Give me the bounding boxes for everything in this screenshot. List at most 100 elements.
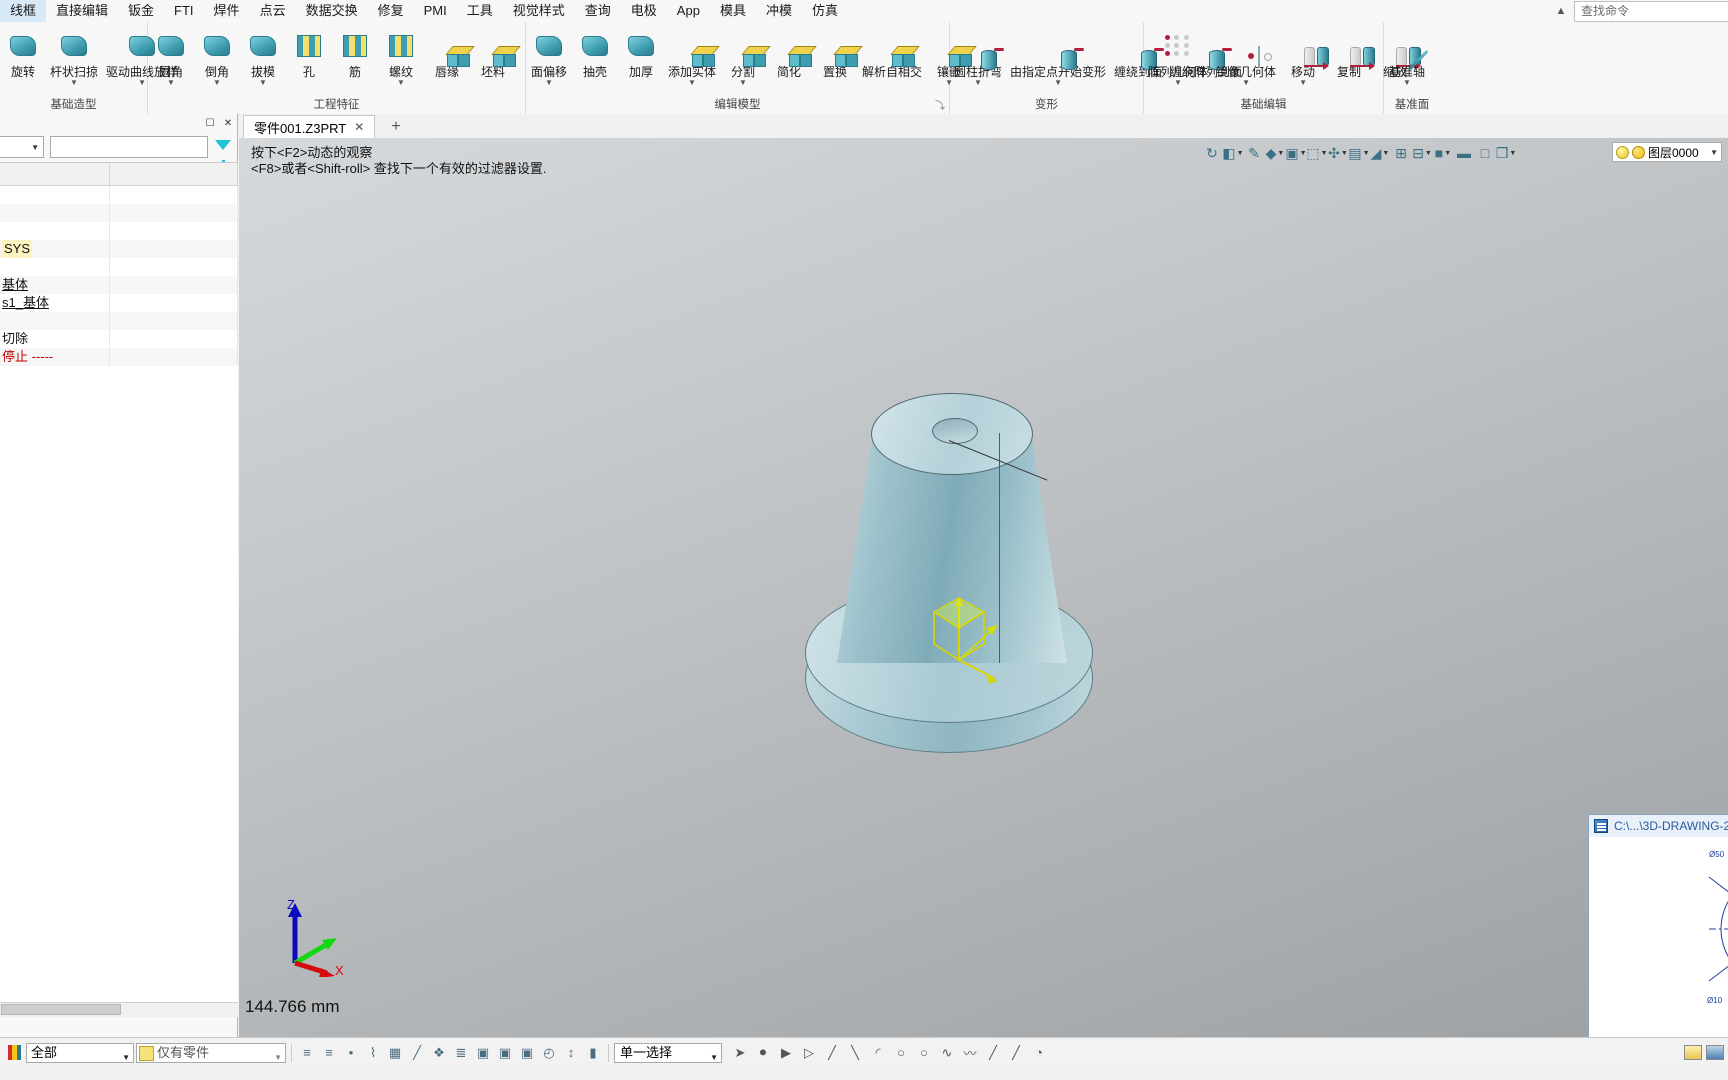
ribbon-button-stock[interactable]: 坯料 bbox=[470, 25, 521, 88]
circle2-icon[interactable]: ○ bbox=[914, 1043, 934, 1063]
chevron-down-icon[interactable]: ▼ bbox=[974, 79, 982, 88]
close-icon[interactable]: ✕ bbox=[354, 120, 364, 134]
chevron-down-icon[interactable]: ▼ bbox=[1341, 150, 1348, 157]
close-icon[interactable]: ✕ bbox=[219, 115, 237, 131]
pick-curve-icon[interactable]: ⌇ bbox=[363, 1043, 383, 1063]
align-left-icon[interactable]: ≡ bbox=[297, 1043, 317, 1063]
tree-row[interactable] bbox=[0, 312, 238, 330]
monitor-blue-icon[interactable] bbox=[1706, 1045, 1724, 1060]
ribbon-button-thicken[interactable]: 加厚 bbox=[618, 25, 664, 88]
tree-row[interactable]: 切除 bbox=[0, 330, 238, 348]
tree-row[interactable] bbox=[0, 258, 238, 276]
filter-scope-select[interactable]: 全部 ▼ bbox=[26, 1042, 134, 1063]
chevron-down-icon[interactable]: ▼ bbox=[1444, 150, 1451, 157]
split-view-icon[interactable]: ⊟ ▼ bbox=[1412, 143, 1432, 163]
chevron-down-icon[interactable]: ▼ bbox=[1382, 150, 1389, 157]
menu-item-5[interactable]: 点云 bbox=[250, 0, 296, 22]
menu-item-12[interactable]: 电极 bbox=[621, 0, 667, 22]
chevron-down-icon[interactable]: ▼ bbox=[545, 79, 553, 88]
ribbon-button-thread[interactable]: 螺纹 ▼ bbox=[378, 25, 424, 88]
funnel-icon[interactable] bbox=[212, 136, 234, 165]
menu-item-8[interactable]: PMI bbox=[414, 0, 457, 22]
tree-row[interactable]: s1_基体 bbox=[0, 294, 238, 312]
tree-row[interactable] bbox=[0, 204, 238, 222]
menu-item-0[interactable]: 线框 bbox=[0, 0, 47, 22]
ribbon-button-divide[interactable]: 分割 ▼ bbox=[720, 25, 771, 88]
shade-icon[interactable]: ◧ ▼ bbox=[1222, 143, 1244, 163]
chevron-down-icon[interactable]: ▼ bbox=[1054, 79, 1062, 88]
cursor-icon[interactable]: ➤ bbox=[730, 1043, 750, 1063]
layer-visibility-icon[interactable]: ❒ ▼ bbox=[1496, 143, 1517, 163]
grid-icon[interactable]: ⊞ bbox=[1391, 143, 1411, 163]
ribbon-button-lip[interactable]: 唇缘 bbox=[424, 25, 475, 88]
menu-item-14[interactable]: 模具 bbox=[710, 0, 756, 22]
ribbon-button-simplify[interactable]: 简化 bbox=[766, 25, 817, 88]
chevron-down-icon[interactable]: ▼ bbox=[1363, 150, 1370, 157]
find-command-input[interactable]: 查找命令 bbox=[1574, 0, 1728, 22]
menu-item-9[interactable]: 工具 bbox=[457, 0, 503, 22]
wireframe-icon[interactable]: ⬚ ▼ bbox=[1306, 143, 1328, 163]
render-icon[interactable]: ▣ ▼ bbox=[1285, 143, 1306, 163]
pick-shape-icon[interactable]: ❖ bbox=[429, 1043, 449, 1063]
chevron-down-icon[interactable]: ▼ bbox=[1299, 79, 1307, 88]
3d-model-bushing[interactable] bbox=[799, 388, 1099, 788]
ribbon-button-deform-from-point[interactable]: 由指定点开始变形 ▼ bbox=[1006, 25, 1110, 88]
blob-icon[interactable]: ◔ bbox=[1029, 1043, 1049, 1063]
tree-row[interactable]: 基体 bbox=[0, 276, 238, 294]
tree-row[interactable]: SYS bbox=[0, 240, 238, 258]
scrollbar-thumb[interactable] bbox=[1, 1004, 121, 1015]
light-bulb-icon[interactable] bbox=[1632, 145, 1645, 159]
section-icon[interactable]: ◢ ▼ bbox=[1370, 143, 1390, 163]
image-c-icon[interactable]: ▣ bbox=[517, 1043, 537, 1063]
line-icon[interactable]: ╱ bbox=[822, 1043, 842, 1063]
light-bulb-icon[interactable] bbox=[1616, 145, 1629, 159]
background-light-icon[interactable]: □ bbox=[1475, 143, 1495, 163]
pick-point-icon[interactable]: • bbox=[341, 1043, 361, 1063]
ribbon-button-self-intersect[interactable]: 解析自相交 bbox=[858, 25, 926, 88]
ribbon-button-fillet[interactable]: 圆角 ▼ bbox=[148, 25, 194, 88]
solid-box-icon[interactable]: ▮ bbox=[583, 1043, 603, 1063]
menu-item-2[interactable]: 钣金 bbox=[118, 0, 164, 22]
chevron-down-icon[interactable]: ▼ bbox=[397, 79, 405, 88]
image-b-icon[interactable]: ▣ bbox=[495, 1043, 515, 1063]
document-tab[interactable]: 零件001.Z3PRT ✕ bbox=[243, 115, 376, 138]
ribbon-button-shell[interactable]: 抽壳 bbox=[572, 25, 618, 88]
magnet-icon[interactable]: ⚫ bbox=[753, 1043, 773, 1063]
ribbon-button-draft[interactable]: 拔模 ▼ bbox=[240, 25, 286, 88]
menu-item-3[interactable]: FTI bbox=[164, 0, 204, 22]
redraw-icon[interactable]: ↻ bbox=[1202, 143, 1222, 163]
chevron-down-icon[interactable]: ▼ bbox=[688, 79, 696, 88]
ribbon-button-datum-axis[interactable]: 基准轴 ▼ bbox=[1384, 25, 1430, 88]
restore-icon[interactable]: ☐ bbox=[201, 115, 219, 131]
chevron-up-icon[interactable]: ▲ bbox=[1548, 0, 1574, 22]
ribbon-button-face-offset[interactable]: 面偏移 ▼ bbox=[526, 25, 572, 88]
image-preview-window[interactable]: C:\...\3D-DRAWING-2.jpg | 2/303 bbox=[1588, 814, 1728, 1037]
tree-row[interactable] bbox=[0, 222, 238, 240]
visual-style-icon[interactable]: ◆ ▼ bbox=[1265, 143, 1285, 163]
3d-canvas[interactable]: 按下<F2>动态的观察 <F8>或者<Shift-roll> 查找下一个有效的过… bbox=[239, 138, 1728, 1037]
chevron-down-icon[interactable]: ▼ bbox=[1710, 148, 1718, 157]
tree-search-input[interactable] bbox=[50, 136, 208, 158]
chevron-down-icon[interactable]: ▼ bbox=[1321, 150, 1328, 157]
menu-item-13[interactable]: App bbox=[667, 0, 710, 22]
list-icon[interactable]: ≣ bbox=[451, 1043, 471, 1063]
ribbon-button-pattern-geometry[interactable]: 阵列几何体 ▼ bbox=[1144, 25, 1212, 88]
menu-item-4[interactable]: 焊件 bbox=[204, 0, 250, 22]
arc-icon[interactable]: ◜ bbox=[868, 1043, 888, 1063]
menu-item-15[interactable]: 冲模 bbox=[756, 0, 802, 22]
slash2-icon[interactable]: ╱ bbox=[1006, 1043, 1026, 1063]
chevron-down-icon[interactable]: ▼ bbox=[1277, 150, 1284, 157]
background-black-icon[interactable]: ▬ bbox=[1454, 143, 1474, 163]
horizontal-scrollbar[interactable] bbox=[0, 1002, 238, 1017]
ribbon-button-rib[interactable]: 筋 bbox=[332, 25, 378, 88]
ribbon-button-mirror-geometry[interactable]: 镜像几何体 ▼ bbox=[1212, 25, 1280, 88]
highlight-icon[interactable]: ✎ bbox=[1244, 143, 1264, 163]
orient-icon[interactable]: ✣ ▼ bbox=[1328, 143, 1348, 163]
plus-icon[interactable]: + bbox=[385, 117, 407, 137]
ribbon-button-add-solid[interactable]: 添加实体 ▼ bbox=[664, 25, 720, 88]
chevron-down-icon[interactable]: ▼ bbox=[1237, 150, 1244, 157]
chevron-down-icon[interactable]: ▼ bbox=[1242, 79, 1250, 88]
menu-item-10[interactable]: 视觉样式 bbox=[503, 0, 575, 22]
tree-row[interactable]: 停止 ----- bbox=[0, 348, 238, 366]
chevron-down-icon[interactable]: ▼ bbox=[1509, 150, 1516, 157]
